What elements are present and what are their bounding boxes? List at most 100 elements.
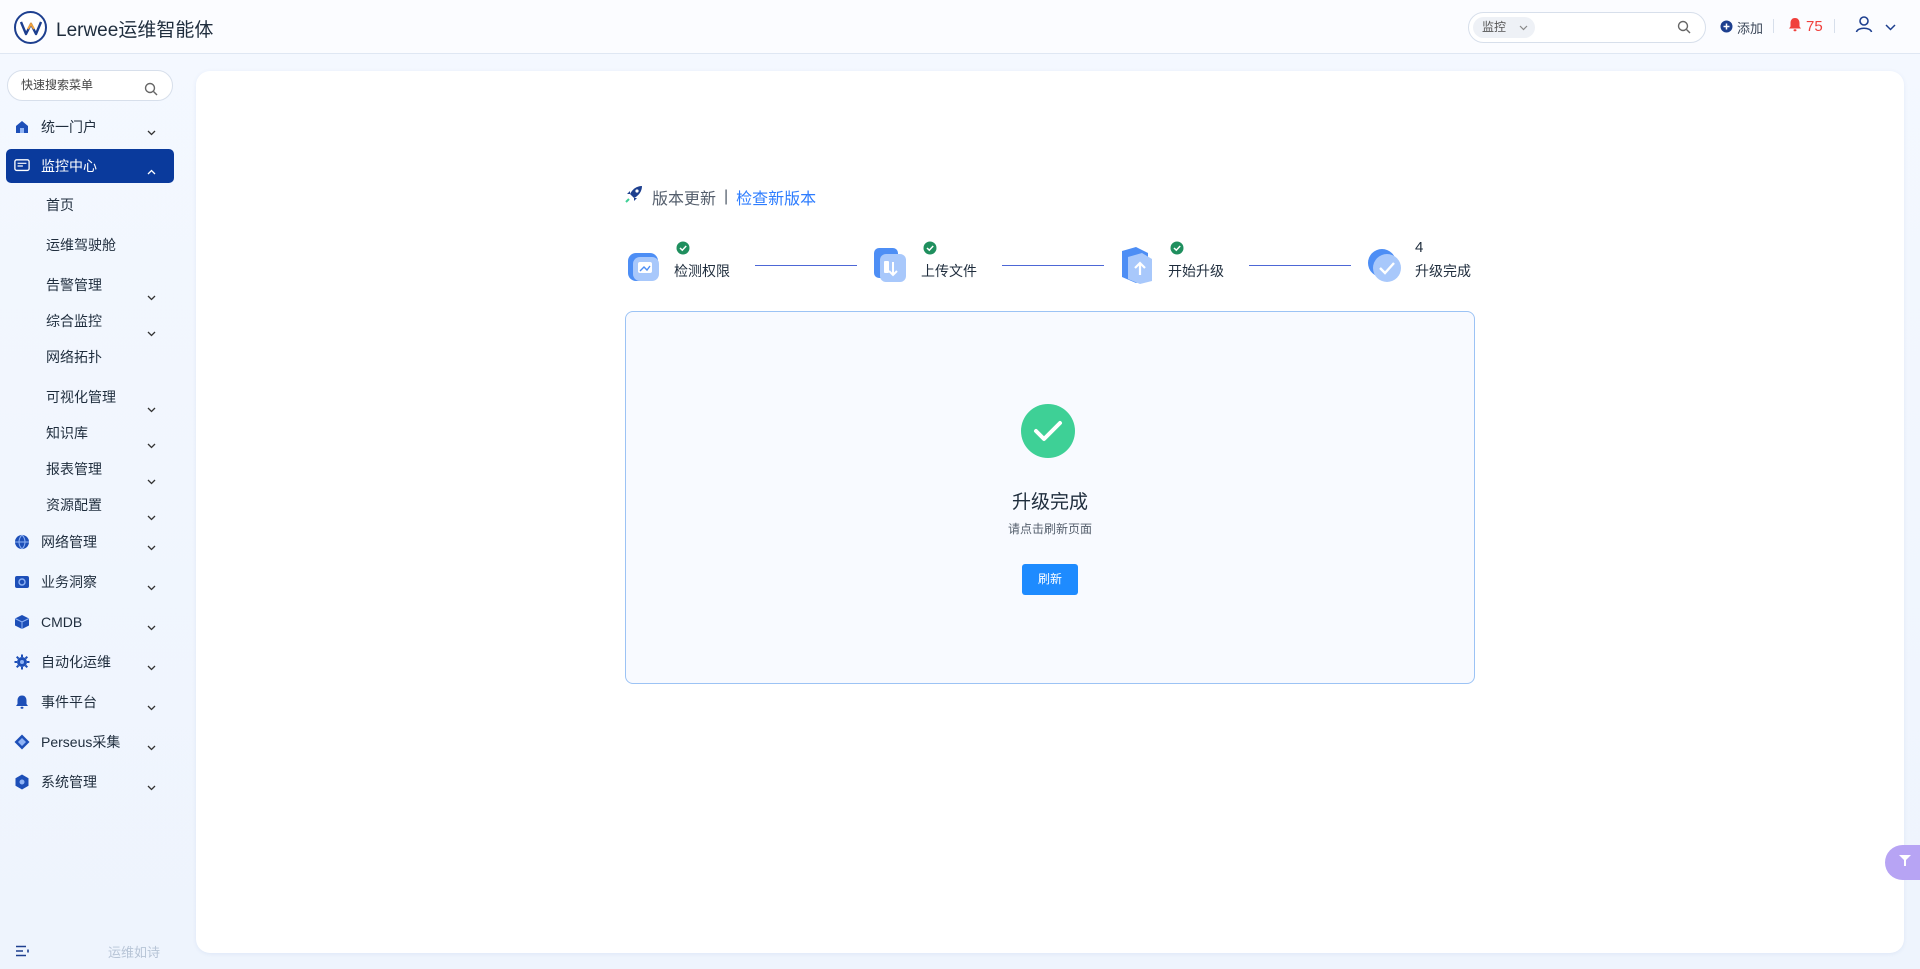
chevron-down-icon <box>147 618 156 634</box>
user-menu[interactable] <box>1855 15 1896 38</box>
step-done-check-icon <box>923 241 937 260</box>
sidebar-item-monitor[interactable]: 监控中心 <box>6 149 174 183</box>
diamond-icon <box>14 734 30 750</box>
home-icon <box>14 119 30 135</box>
step-connector <box>1002 265 1104 266</box>
upgrade-result-card: 升级完成 请点击刷新页面 刷新 <box>625 311 1475 684</box>
step-number: 4 <box>1415 239 1424 256</box>
sidebar-subitem-alerts[interactable]: 告警管理 <box>46 270 174 301</box>
sidebar-item-network[interactable]: 网络管理 <box>6 525 174 559</box>
chevron-down-icon <box>147 738 156 754</box>
subitem-label: 首页 <box>46 197 74 213</box>
chevron-down-icon <box>147 778 156 794</box>
sidebar-item-events[interactable]: 事件平台 <box>6 685 174 719</box>
chevron-down-icon <box>147 538 156 554</box>
sidebar-subitem-topology[interactable]: 网络拓扑 <box>46 342 174 372</box>
breadcrumb-separator: | <box>724 187 729 205</box>
search-scope-value: 监控 <box>1482 20 1507 34</box>
add-label: 添加 <box>1737 21 1764 36</box>
result-subtitle: 请点击刷新页面 <box>1007 522 1092 536</box>
sidebar-item-label: 系统管理 <box>41 774 97 790</box>
chevron-down-icon <box>1885 18 1896 36</box>
sidebar-item-cmdb[interactable]: CMDB <box>6 605 174 639</box>
check-new-version-link[interactable]: 检查新版本 <box>736 185 816 209</box>
sidebar-item-label: 业务洞察 <box>41 574 97 590</box>
divider <box>1773 19 1774 33</box>
settings-icon <box>14 774 30 790</box>
bell-icon <box>14 694 30 710</box>
chevron-down-icon <box>147 698 156 714</box>
step-label: 上传文件 <box>921 263 977 279</box>
subitem-label: 报表管理 <box>46 461 102 477</box>
sidebar-item-perseus[interactable]: Perseus采集 <box>6 725 174 759</box>
subitem-label: 知识库 <box>46 425 88 441</box>
subitem-label: 网络拓扑 <box>46 349 102 365</box>
chevron-down-icon <box>147 578 156 594</box>
step-label: 开始升级 <box>1168 263 1224 279</box>
sidebar-subitem-home[interactable]: 首页 <box>46 190 174 220</box>
sidebar-subitem-comprehensive[interactable]: 综合监控 <box>46 306 174 337</box>
subitem-label: 综合监控 <box>46 313 102 329</box>
step-label: 检测权限 <box>674 263 730 279</box>
collapse-menu-icon[interactable] <box>15 944 30 962</box>
bell-icon <box>1788 17 1802 36</box>
cube-icon <box>14 614 30 630</box>
floating-assistant-button[interactable] <box>1885 845 1920 880</box>
divider <box>1834 19 1835 33</box>
step-done-check-icon <box>1170 241 1184 260</box>
plus-circle-icon <box>1720 20 1733 36</box>
step-done-check-icon <box>676 241 690 260</box>
menu-search-placeholder: 快速搜索菜单 <box>21 78 94 92</box>
app-logo[interactable] <box>14 11 47 44</box>
user-icon <box>1855 15 1873 38</box>
upgrade-steps: 检测权限 上传文件 开始升级 4 升级完成 <box>624 239 1474 289</box>
permission-icon <box>624 245 662 285</box>
sidebar-subitem-resources[interactable]: 资源配置 <box>46 490 174 521</box>
alerts-button[interactable]: 75 <box>1788 17 1823 36</box>
sidebar-subitem-visualization[interactable]: 可视化管理 <box>46 382 174 413</box>
app-title: Lerwee运维智能体 <box>56 20 214 41</box>
sidebar-item-label: 事件平台 <box>41 694 97 710</box>
sidebar-item-portal[interactable]: 统一门户 <box>6 110 174 144</box>
footer-motto: 运维如诗 <box>108 945 161 960</box>
sidebar-item-label: 监控中心 <box>41 158 97 174</box>
monitor-icon <box>14 158 30 174</box>
tool-icon <box>1897 852 1913 873</box>
sidebar-subitem-reports[interactable]: 报表管理 <box>46 454 174 485</box>
upload-file-icon <box>871 245 909 285</box>
step-connector <box>1249 265 1351 266</box>
breadcrumb-section: 版本更新 <box>652 190 717 208</box>
sidebar-item-insight[interactable]: 业务洞察 <box>6 565 174 599</box>
sidebar-subitem-knowledge[interactable]: 知识库 <box>46 418 174 449</box>
search-icon[interactable] <box>1677 20 1691 39</box>
success-check-icon <box>1021 404 1075 458</box>
search-scope-select[interactable]: 监控 <box>1473 17 1535 38</box>
rocket-icon <box>624 184 644 209</box>
menu-search-input[interactable]: 快速搜索菜单 <box>7 70 173 101</box>
globe-icon <box>14 534 30 550</box>
step-label: 升级完成 <box>1415 263 1471 279</box>
sidebar-item-automation[interactable]: 自动化运维 <box>6 645 174 679</box>
subitem-label: 可视化管理 <box>46 389 116 405</box>
step-connector <box>755 265 857 266</box>
insight-icon <box>14 574 30 590</box>
add-button[interactable]: 添加 <box>1720 18 1763 37</box>
top-header: Lerwee运维智能体 监控 添加 75 <box>0 0 1920 54</box>
subitem-label: 资源配置 <box>46 497 102 513</box>
subitem-label: 告警管理 <box>46 277 102 293</box>
breadcrumb: 版本更新 | 检查新版本 <box>624 184 816 209</box>
main-panel: 版本更新 | 检查新版本 检测权限 上传文件 开始升级 4 升级完成 升级完成 … <box>196 71 1904 953</box>
sidebar-item-label: 自动化运维 <box>41 654 111 670</box>
refresh-button[interactable]: 刷新 <box>1022 564 1078 595</box>
sidebar: 快速搜索菜单 统一门户 监控中心 首页 运维驾驶舱 告警管理 综合监控 网络拓扑… <box>0 55 176 969</box>
gear-icon <box>14 654 30 670</box>
subitem-label: 运维驾驶舱 <box>46 237 116 253</box>
chevron-up-icon <box>147 162 156 178</box>
search-icon[interactable] <box>144 78 158 107</box>
sidebar-item-label: Perseus采集 <box>41 734 121 750</box>
global-search[interactable]: 监控 <box>1468 12 1706 43</box>
sidebar-item-system[interactable]: 系统管理 <box>6 765 174 799</box>
sidebar-subitem-cockpit[interactable]: 运维驾驶舱 <box>46 230 174 260</box>
chevron-down-icon <box>147 123 156 139</box>
sidebar-item-label: CMDB <box>41 614 83 630</box>
